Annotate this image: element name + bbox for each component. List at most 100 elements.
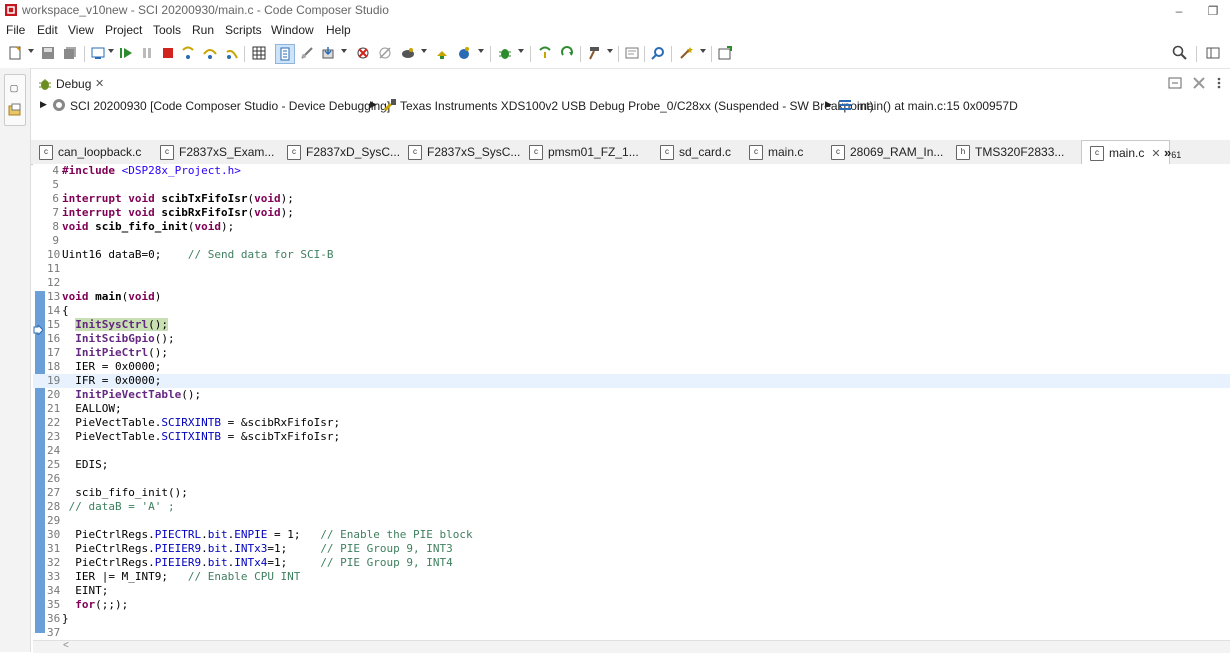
code-line[interactable]: 33 IER |= M_INT9; // Enable CPU INT (33, 570, 1230, 584)
debug-launch-dropdown-icon[interactable] (478, 49, 484, 53)
code-line[interactable]: 4 #include <DSP28x_Project.h> (33, 164, 1230, 178)
code-line[interactable]: 37 (33, 626, 1230, 640)
menu-view[interactable]: View (68, 23, 94, 37)
new-icon[interactable] (7, 45, 23, 61)
debug-tab-close-icon[interactable]: ✕ (95, 77, 104, 90)
restore-button[interactable]: ❐ (1196, 0, 1230, 22)
code-line[interactable]: 12 (33, 276, 1230, 290)
code-line[interactable]: 16 InitScibGpio(); (33, 332, 1230, 346)
code-line[interactable]: 13 void main(void) (33, 290, 1230, 304)
code-line[interactable]: 25 EDIS; (33, 458, 1230, 472)
debug-dropdown-icon[interactable] (108, 49, 114, 53)
console-icon[interactable] (624, 45, 640, 61)
code-line[interactable]: 17 InitPieCtrl(); (33, 346, 1230, 360)
expand-chevron-icon[interactable]: ▶ (370, 99, 377, 110)
menu-help[interactable]: Help (326, 23, 351, 37)
open-perspective-icon[interactable] (717, 45, 733, 61)
editor-tab[interactable]: c can_loopback.c (39, 140, 141, 164)
step-into-alt-icon[interactable] (537, 45, 553, 61)
menu-file[interactable]: File (6, 23, 25, 37)
code-line[interactable]: 19 IFR = 0x0000; (33, 374, 1230, 388)
view-menu-icon[interactable] (1216, 76, 1222, 90)
code-line[interactable]: 15 InitSysCtrl(); (33, 318, 1230, 332)
expand-chevron-icon[interactable]: ▶ (40, 99, 47, 110)
code-line[interactable]: 34 EINT; (33, 584, 1230, 598)
tab-close-icon[interactable]: ✕ (1151, 147, 1160, 160)
menu-edit[interactable]: Edit (37, 23, 58, 37)
menu-window[interactable]: Window (271, 23, 314, 37)
code-line[interactable]: 36} (33, 612, 1230, 626)
save-all-icon[interactable] (62, 45, 78, 61)
debug-session-label[interactable]: SCI 20200930 [Code Composer Studio - Dev… (70, 99, 390, 113)
code-line[interactable]: 26 (33, 472, 1230, 486)
load-program-icon[interactable] (320, 45, 336, 61)
editor-tab[interactable]: c sd_card.c (660, 140, 731, 164)
global-search-icon[interactable] (1172, 45, 1188, 61)
editor-tab[interactable]: h TMS320F2833... (956, 140, 1064, 164)
code-line[interactable]: 35 for(;;); (33, 598, 1230, 612)
code-line[interactable]: 5 (33, 178, 1230, 192)
project-explorer-icon[interactable] (8, 103, 21, 116)
debug-probe-label[interactable]: Texas Instruments XDS100v2 USB Debug Pro… (400, 99, 874, 113)
search-icon[interactable] (650, 45, 666, 61)
code-line[interactable]: 30 PieCtrlRegs.PIECTRL.bit.ENPIE = 1; //… (33, 528, 1230, 542)
code-line[interactable]: 8 void scib_fifo_init(void); (33, 220, 1230, 234)
horizontal-scrollbar[interactable]: < (33, 640, 1230, 653)
terminate-icon[interactable] (160, 45, 176, 61)
editor-tab-active[interactable]: c main.c ✕ (1081, 140, 1170, 165)
code-line[interactable]: 27 scib_fifo_init(); (33, 486, 1230, 500)
step-return-icon[interactable] (224, 45, 240, 61)
code-line[interactable]: 24 (33, 444, 1230, 458)
tab-overflow-button[interactable]: » 61 (1164, 140, 1181, 164)
minimized-view-stack[interactable]: ▢ (4, 74, 26, 126)
perspective-icon[interactable] (1205, 45, 1221, 61)
connect-icon[interactable] (299, 45, 315, 61)
code-line[interactable]: 22 PieVectTable.SCIRXINTB = &scibRxFifoI… (33, 416, 1230, 430)
editor-tab[interactable]: c 28069_RAM_In... (831, 140, 943, 164)
step-into-icon[interactable] (180, 45, 196, 61)
menu-project[interactable]: Project (105, 23, 142, 37)
target-icon[interactable] (400, 45, 416, 61)
code-line[interactable]: 20 InitPieVectTable(); (33, 388, 1230, 402)
suspend-icon[interactable] (139, 45, 155, 61)
code-line[interactable]: 18 IER = 0x0000; (33, 360, 1230, 374)
expand-chevron-icon[interactable]: ▶ (825, 99, 832, 110)
code-line[interactable]: 7 interrupt void scibRxFifoIsr(void); (33, 206, 1230, 220)
editor-tab[interactable]: c main.c (749, 140, 803, 164)
code-editor[interactable]: 4 #include <DSP28x_Project.h> 5 6 interrupt … (33, 164, 1230, 642)
menu-tools[interactable]: Tools (153, 23, 181, 37)
code-line[interactable]: 9 (33, 234, 1230, 248)
target-dropdown-icon[interactable] (421, 49, 427, 53)
code-line[interactable]: 14{ (33, 304, 1230, 318)
wand-dropdown-icon[interactable] (700, 49, 706, 53)
bug-dropdown-icon[interactable] (518, 49, 524, 53)
remove-breakpoints-icon[interactable] (355, 45, 371, 61)
remove-all-terminated-icon[interactable] (1192, 76, 1206, 90)
refresh-icon[interactable] (559, 45, 575, 61)
code-line[interactable]: 11 (33, 262, 1230, 276)
instruction-stepping-icon[interactable] (275, 44, 295, 64)
stack-frame-label[interactable]: main() at main.c:15 0x00957D (857, 99, 1018, 113)
debug-window-icon[interactable] (90, 45, 106, 61)
code-line[interactable]: 23 PieVectTable.SCITXINTB = &scibTxFifoI… (33, 430, 1230, 444)
build-icon[interactable] (434, 45, 450, 61)
skip-breakpoints-icon[interactable] (377, 45, 393, 61)
code-line[interactable]: 6 interrupt void scibTxFifoIsr(void); (33, 192, 1230, 206)
minimize-button[interactable]: – (1162, 0, 1196, 22)
hammer-dropdown-icon[interactable] (607, 49, 613, 53)
debug-view-tab[interactable]: Debug ✕ (32, 73, 112, 95)
code-line[interactable]: 28 // dataB = 'A' ; (33, 500, 1230, 514)
load-dropdown-icon[interactable] (341, 49, 347, 53)
menu-scripts[interactable]: Scripts (225, 23, 262, 37)
debug-launch-icon[interactable] (456, 45, 472, 61)
scroll-left-icon[interactable]: < (63, 640, 69, 651)
editor-tab[interactable]: c pmsm01_FZ_1... (529, 140, 639, 164)
code-line[interactable]: 10 Uint16 dataB=0; // Send data for SCI-B (33, 248, 1230, 262)
editor-tab[interactable]: c F2837xD_SysC... (287, 140, 400, 164)
save-icon[interactable] (40, 45, 56, 61)
new-dropdown-icon[interactable] (28, 49, 34, 53)
wand-icon[interactable] (678, 45, 694, 61)
hammer-icon[interactable] (586, 45, 602, 61)
menu-run[interactable]: Run (192, 23, 214, 37)
resume-icon[interactable] (118, 45, 134, 61)
